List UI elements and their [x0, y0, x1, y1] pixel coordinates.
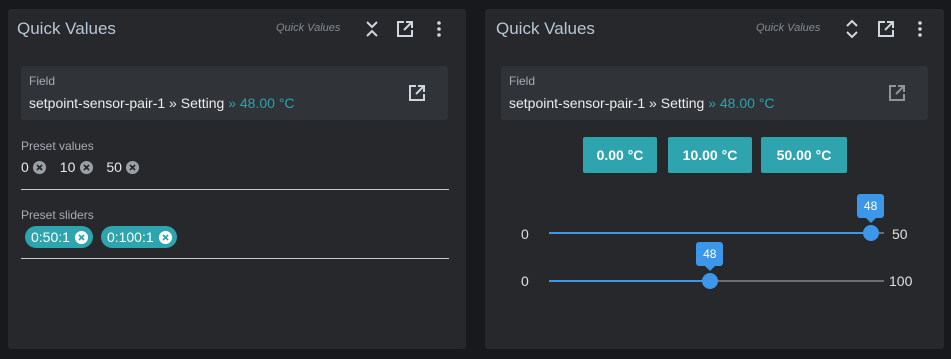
panel-subtitle: Quick Values — [276, 22, 341, 34]
divider — [21, 189, 449, 190]
remove-chip-button[interactable] — [78, 159, 94, 175]
field-label: Field — [29, 74, 56, 88]
preset-value-chip: 10 — [60, 159, 95, 175]
slider-thumb[interactable] — [862, 225, 879, 241]
remove-chip-button[interactable] — [125, 159, 141, 175]
expand-button[interactable] — [842, 18, 862, 40]
panel-title: Quick Values — [496, 19, 595, 38]
panel-subtitle: Quick Values — [756, 22, 821, 34]
more-menu-button[interactable] — [429, 18, 449, 40]
field-label: Field — [509, 74, 536, 88]
open-external-button[interactable] — [395, 18, 415, 40]
collapse-button[interactable] — [362, 18, 382, 40]
preset-value-chip: 50 — [106, 159, 141, 175]
close-circle-icon — [79, 160, 93, 174]
field-path: setpoint-sensor-pair-1 » Setting — [509, 95, 705, 111]
preset-sliders-chips: 0:50:1 0:100:1 — [25, 226, 185, 248]
field-path: setpoint-sensor-pair-1 » Setting — [29, 95, 225, 111]
preset-values-label: Preset values — [21, 139, 94, 153]
slider-thumb[interactable] — [701, 273, 718, 289]
preset-button[interactable]: 0.00 °C — [583, 137, 657, 173]
more-vertical-icon — [918, 21, 922, 37]
quick-values-panel: Quick Values Quick Values Field setpoint… — [485, 9, 944, 349]
slider-max-label: 100 — [889, 273, 913, 289]
field-selector[interactable]: Field setpoint-sensor-pair-1 » Setting »… — [501, 66, 928, 120]
preset-slider-chip: 0:100:1 — [100, 226, 177, 248]
slider-value-tooltip: 48 — [857, 194, 885, 223]
open-external-icon — [889, 85, 905, 101]
more-vertical-icon — [437, 21, 441, 37]
remove-chip-button[interactable] — [32, 159, 48, 175]
preset-button[interactable]: 50.00 °C — [761, 137, 847, 173]
slider-min-label: 0 — [521, 273, 529, 289]
field-selector[interactable]: Field setpoint-sensor-pair-1 » Setting »… — [21, 66, 448, 120]
close-circle-icon — [75, 230, 89, 244]
open-external-icon — [878, 21, 894, 37]
slider-value-tooltip: 48 — [696, 242, 724, 271]
slider-max-label: 50 — [892, 226, 908, 242]
collapse-vertical-icon — [366, 21, 378, 37]
slider-track-fill — [549, 232, 871, 234]
open-external-icon — [397, 21, 413, 37]
close-circle-icon — [126, 160, 140, 174]
quick-values-panel-editing: Quick Values Quick Values Field setpoint… — [8, 9, 466, 349]
field-current-value: » 48.00 °C — [224, 95, 295, 111]
preset-slider-chip: 0:50:1 — [25, 226, 93, 248]
divider — [21, 258, 449, 259]
open-external-button[interactable] — [876, 18, 896, 40]
preset-value-chip: 0 — [21, 159, 48, 175]
panel-header: Quick Values Quick Values — [8, 9, 466, 49]
field-value: setpoint-sensor-pair-1 » Setting » 48.00… — [29, 95, 295, 111]
expand-vertical-icon — [846, 19, 858, 39]
preset-values-chips: 0 10 50 — [21, 159, 153, 175]
close-circle-icon — [159, 230, 173, 244]
preset-button[interactable]: 10.00 °C — [668, 137, 752, 173]
more-menu-button[interactable] — [910, 18, 930, 40]
panel-header: Quick Values Quick Values — [485, 9, 944, 49]
slider-min-label: 0 — [521, 226, 529, 242]
field-open-button[interactable] — [406, 82, 428, 104]
field-open-button[interactable] — [886, 82, 908, 104]
open-external-icon — [409, 85, 425, 101]
field-value: setpoint-sensor-pair-1 » Setting » 48.00… — [509, 95, 775, 111]
slider-track-fill — [549, 280, 710, 282]
field-current-value: » 48.00 °C — [704, 95, 775, 111]
remove-chip-button[interactable] — [158, 229, 174, 245]
close-circle-icon — [33, 160, 47, 174]
preset-sliders-label: Preset sliders — [21, 208, 94, 222]
remove-chip-button[interactable] — [74, 229, 90, 245]
panel-title: Quick Values — [17, 19, 116, 38]
